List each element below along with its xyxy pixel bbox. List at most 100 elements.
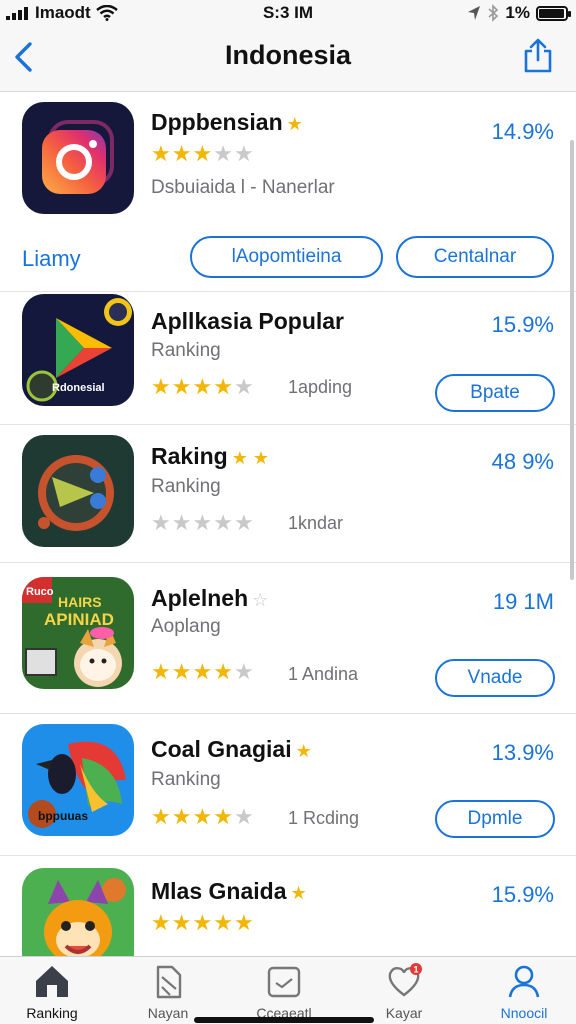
- star-filled-icon: ★: [171, 804, 192, 829]
- notification-badge: 1: [414, 965, 419, 975]
- filter-button-primary[interactable]: lAopomtieina: [190, 236, 383, 278]
- star-filled-icon: ★: [171, 141, 192, 166]
- star-filled-icon: ★: [151, 659, 171, 684]
- app-percent: 14.9%: [491, 119, 554, 144]
- home-icon: [36, 966, 68, 997]
- icon-caption: Rdonesial: [52, 382, 105, 394]
- app-name[interactable]: Dppbensian ★: [151, 109, 303, 136]
- app-row[interactable]: bppuuas Coal Gnagiai ★ Ranking ★ ★ ★ ★ ★ 1 Rc…: [0, 714, 576, 856]
- star-empty-icon: ★: [213, 510, 233, 535]
- star-icon: ★: [295, 741, 312, 761]
- rating-stars: ★ ★ ★ ★ ★: [151, 661, 254, 683]
- app-name-text: Raking: [151, 443, 228, 469]
- app-subtitle: Ranking: [151, 476, 221, 497]
- star-filled-icon: ★: [233, 910, 254, 935]
- app-percent: 13.9%: [491, 740, 554, 765]
- app-percent: 15.9%: [491, 312, 554, 337]
- star-filled-icon: ★: [151, 141, 171, 166]
- app-name[interactable]: Aplelneh ☆: [151, 585, 268, 612]
- star-filled-icon: ★: [151, 804, 171, 829]
- star-empty-icon: ★: [192, 510, 213, 535]
- star-empty-icon: ★: [233, 374, 254, 399]
- app-name-text: Coal Gnagiai: [151, 736, 292, 762]
- app-name-text: Dppbensian: [151, 109, 283, 135]
- filter-label[interactable]: Liamy: [22, 246, 81, 272]
- status-bar: Imaodt S:3 IM 1%: [0, 0, 576, 26]
- rating-stars: ★ ★ ★ ★ ★: [151, 512, 254, 534]
- scrollbar[interactable]: [570, 140, 574, 580]
- heart-icon: 1: [388, 963, 422, 997]
- app-row[interactable]: Mlas Gnaida ★ ★ ★ ★ ★ ★ 15.9%: [0, 856, 576, 956]
- rank-count: 1 Rcding: [288, 808, 360, 828]
- app-name-text: Mlas Gnaida: [151, 878, 287, 904]
- app-subtitle: Ranking: [151, 769, 221, 790]
- star-filled-icon: ★: [192, 659, 213, 684]
- rank-count: 1 Andina: [288, 664, 359, 684]
- app-row[interactable]: Raking ★ ★ Ranking ★ ★ ★ ★ ★ 1kndar 48 9%: [0, 425, 576, 563]
- share-icon[interactable]: [522, 38, 554, 74]
- star-empty-icon: ★: [213, 141, 233, 166]
- tab-label: Ranking: [26, 1005, 78, 1021]
- tab-bar: Ranking Nayan Cceaeatl 1 Kayar Nnoocil: [0, 956, 576, 1024]
- tab-kayar[interactable]: 1 Kayar: [354, 961, 454, 1021]
- star-icon: ★: [286, 114, 303, 134]
- play-store-style-app-icon[interactable]: Rdonesial: [22, 294, 134, 406]
- rank-count: 1kndar: [288, 513, 344, 533]
- app-name-text: Aplelneh: [151, 585, 249, 611]
- parrot-app-icon[interactable]: bppuuas: [22, 724, 134, 836]
- fox-character-app-icon[interactable]: [22, 868, 134, 956]
- star-empty-icon: ★: [233, 510, 254, 535]
- app-action-button[interactable]: Bpate: [435, 374, 555, 412]
- star-empty-icon: ★: [151, 510, 171, 535]
- rating-stars: ★ ★ ★ ★ ★: [151, 143, 254, 165]
- app-action-button[interactable]: Dpmle: [435, 800, 555, 838]
- tab-ranking[interactable]: Ranking: [2, 961, 102, 1021]
- cartoon-game-app-icon[interactable]: Ruco HAIRS APINIAD: [22, 577, 134, 689]
- tab-nayan[interactable]: Nayan: [118, 961, 218, 1021]
- star-filled-icon: ★: [171, 910, 192, 935]
- star-outline-icon: ☆: [252, 590, 269, 610]
- filter-row: Liamy lAopomtieina Centalnar: [0, 232, 576, 292]
- rating-stars: ★ ★ ★ ★ ★: [151, 806, 254, 828]
- star-empty-icon: ★: [233, 804, 254, 829]
- app-name[interactable]: Apllkasia Popular: [151, 308, 344, 335]
- status-right: 1%: [467, 3, 571, 23]
- icon-caption: HAIRS: [58, 594, 102, 610]
- app-root: Imaodt S:3 IM 1% Indonesia Dppbensian ★ …: [0, 0, 576, 1024]
- icon-caption: bppuuas: [38, 809, 88, 823]
- star-filled-icon: ★: [213, 374, 233, 399]
- star-icon: ★: [290, 883, 307, 903]
- app-percent: 48 9%: [491, 449, 554, 474]
- star-filled-icon: ★: [192, 804, 213, 829]
- compass-style-app-icon[interactable]: [22, 435, 134, 547]
- icon-caption: APINIAD: [44, 610, 114, 629]
- bluetooth-icon: [488, 4, 499, 22]
- tab-nnoocil[interactable]: Nnoocil: [474, 961, 574, 1021]
- app-action-button[interactable]: Vnade: [435, 659, 555, 697]
- app-subtitle: Dsbuiaida l - Nanerlar: [151, 177, 335, 198]
- app-name[interactable]: Raking ★ ★: [151, 443, 269, 470]
- location-arrow-icon: [468, 6, 481, 20]
- app-subtitle: Aoplang: [151, 616, 221, 637]
- star-empty-icon: ★: [233, 141, 254, 166]
- rank-count: 1apding: [288, 377, 353, 397]
- star-filled-icon: ★: [151, 910, 171, 935]
- app-name[interactable]: Coal Gnagiai ★: [151, 736, 312, 763]
- instagram-style-app-icon[interactable]: [22, 102, 134, 214]
- star-filled-icon: ★: [192, 910, 213, 935]
- app-name[interactable]: Mlas Gnaida ★: [151, 878, 307, 905]
- filter-button-secondary[interactable]: Centalnar: [396, 236, 554, 278]
- app-subtitle: Ranking: [151, 340, 221, 361]
- tab-cceaeatl[interactable]: Cceaeatl: [234, 961, 334, 1021]
- featured-app-row[interactable]: Dppbensian ★ ★ ★ ★ ★ ★ Dsbuiaida l - Nanerlar…: [0, 93, 576, 232]
- app-row[interactable]: Rdonesial Apllkasia Popular Ranking ★ ★ ★ ★…: [0, 292, 576, 425]
- star-filled-icon: ★: [192, 374, 213, 399]
- profile-icon: [508, 965, 540, 998]
- nav-bar: Indonesia: [0, 26, 576, 92]
- star-filled-icon: ★: [151, 374, 171, 399]
- battery-fill: [539, 8, 565, 18]
- star-icon: ★ ★: [231, 448, 269, 468]
- app-row[interactable]: Ruco HAIRS APINIAD Aplelneh ☆ Aoplang ★ ★ ★…: [0, 563, 576, 714]
- battery-icon: [536, 5, 571, 21]
- star-filled-icon: ★: [213, 659, 233, 684]
